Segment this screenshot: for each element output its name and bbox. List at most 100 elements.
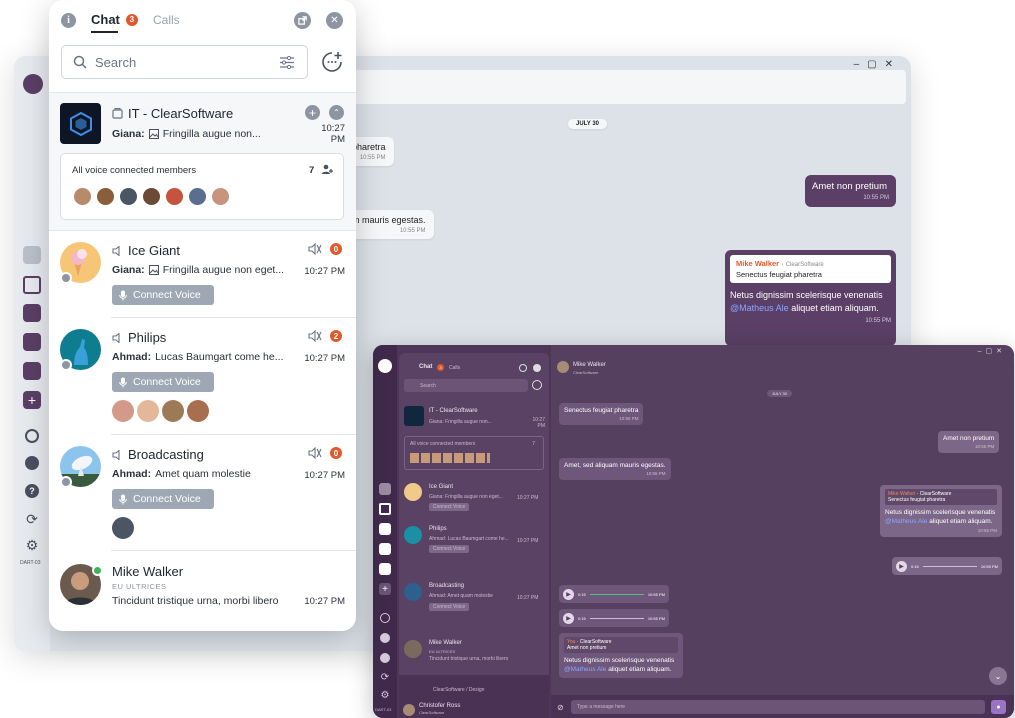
- unread-badge: 0: [330, 447, 342, 459]
- bottom-status-area: ClearSoftware / Design Christofer Ross C…: [399, 675, 549, 718]
- add-workspace-icon[interactable]: +: [379, 583, 391, 595]
- chat-name: Broadcasting: [128, 447, 204, 462]
- filter-icon[interactable]: [280, 56, 294, 69]
- message-text: pharetra: [352, 142, 386, 152]
- quoted-message[interactable]: You · ClearSoftware Amet non pretium: [564, 637, 678, 653]
- quote-author: Mike Walker: [736, 259, 780, 268]
- message-bubble: m mauris egestas. 10:55 PM: [344, 210, 434, 239]
- info-icon[interactable]: i: [61, 13, 76, 28]
- popout-icon[interactable]: [294, 12, 311, 29]
- settings-gear-icon[interactable]: ⚙: [379, 689, 391, 701]
- quoted-message[interactable]: Mike Walker · ClearSoftware Senectus feu…: [730, 255, 891, 283]
- workspace-icon[interactable]: [23, 333, 41, 351]
- muted-icon[interactable]: [308, 243, 322, 255]
- close-icon[interactable]: ✕: [326, 12, 343, 29]
- tab-chat[interactable]: Chat 3: [91, 12, 138, 27]
- search-input[interactable]: Search: [61, 45, 308, 79]
- connect-voice-button[interactable]: Connect Voice: [429, 545, 470, 553]
- connect-voice-button[interactable]: Connect Voice: [112, 285, 214, 305]
- workspace-icon[interactable]: [23, 362, 41, 380]
- window-controls[interactable]: –▢✕: [854, 59, 901, 70]
- mention-link[interactable]: @Matheus Ale: [564, 666, 606, 673]
- settings-gear-icon[interactable]: ⚙: [24, 537, 40, 553]
- chat-preview: Ahmad: Lucas Baumgart come he...: [112, 351, 284, 363]
- muted-icon[interactable]: [308, 447, 322, 459]
- mention-link[interactable]: @Matheus Ale: [885, 518, 927, 525]
- close-icon[interactable]: [533, 364, 541, 372]
- voice-message[interactable]: ▶ 0:15 10:55 PM: [559, 585, 669, 603]
- message-input[interactable]: Type a message here: [571, 700, 985, 714]
- mention-link[interactable]: @Matheus Ale: [730, 303, 789, 313]
- help-icon[interactable]: [380, 653, 390, 663]
- audio-progress[interactable]: [922, 565, 977, 567]
- workspace-icon[interactable]: [379, 523, 391, 535]
- workspace-icon[interactable]: [379, 503, 391, 515]
- play-icon[interactable]: ▶: [563, 612, 574, 624]
- workspace-icon[interactable]: [379, 543, 391, 555]
- voice-message[interactable]: ▶ 0:15 10:55 PM: [559, 609, 669, 627]
- chat-list-item[interactable]: Philips Ahmad: Lucas Baumgart come he...…: [49, 318, 356, 434]
- tab-calls[interactable]: Calls: [449, 365, 460, 371]
- connect-voice-button[interactable]: Connect Voice: [112, 372, 214, 392]
- new-chat-icon[interactable]: [532, 380, 542, 390]
- chat-list-item[interactable]: Broadcasting Ahmad: Amet quam molestie 0…: [49, 435, 356, 550]
- pinned-group-chat[interactable]: IT - ClearSoftware Giana: Fringilla augu…: [49, 93, 356, 230]
- record-icon[interactable]: [380, 633, 390, 643]
- search-input[interactable]: Search: [404, 379, 528, 392]
- muted-icon[interactable]: [308, 330, 322, 342]
- chat-list-item[interactable]: Ice Giant Giana: Fringilla augue non ege…: [49, 231, 356, 317]
- add-workspace-icon[interactable]: +: [23, 391, 41, 409]
- window-controls[interactable]: –▢✕: [978, 347, 1006, 355]
- sync-icon[interactable]: ⟳: [24, 511, 40, 527]
- tab-chat-label: Chat: [91, 12, 120, 27]
- play-icon[interactable]: ▶: [896, 560, 907, 572]
- quoted-message[interactable]: Mike Walker · ClearSoftware Senectus feug…: [885, 489, 997, 505]
- help-icon[interactable]: ?: [25, 484, 39, 498]
- workspace-avatar[interactable]: [379, 483, 391, 495]
- sync-icon[interactable]: ⟳: [379, 671, 391, 683]
- microphone-icon[interactable]: ●: [991, 700, 1006, 714]
- popout-icon[interactable]: [519, 364, 527, 372]
- voice-channel-icon: [112, 332, 123, 343]
- connect-voice-button[interactable]: Connect Voice: [429, 503, 470, 511]
- chat-list-item[interactable]: Mike Walker EU ULTRICES Tincidunt tristi…: [49, 551, 356, 631]
- reply-message-bubble: Mike Walker · ClearSoftware Senectus feug…: [880, 485, 1002, 537]
- add-member-icon[interactable]: +: [305, 105, 320, 120]
- workspace-icon[interactable]: [23, 304, 41, 322]
- broadcast-icon[interactable]: [25, 429, 39, 443]
- dark-chat-list: Chat 3 Calls Search IT - ClearSoftware G…: [399, 353, 549, 718]
- member-avatar: [137, 400, 159, 422]
- voice-message[interactable]: ▶ 0:15 10:55 PM: [892, 557, 1002, 575]
- tab-chat[interactable]: Chat: [419, 364, 432, 370]
- quote-text: Senectus feugiat pharetra: [736, 270, 822, 279]
- scroll-down-icon[interactable]: ⌄: [989, 667, 1007, 685]
- play-icon[interactable]: ▶: [563, 588, 574, 600]
- chat-name: Mike Walker: [429, 640, 462, 646]
- chat-time: 10:27 PM: [517, 495, 539, 501]
- collapse-icon[interactable]: ⌃: [329, 105, 344, 120]
- reply-body: Netus dignissim scelerisque venenatis @M…: [730, 290, 883, 313]
- app-logo-icon: [23, 74, 43, 94]
- workspace-icon[interactable]: [23, 276, 41, 294]
- tab-calls[interactable]: Calls: [153, 13, 180, 27]
- chat-avatar: [404, 640, 422, 658]
- audio-progress[interactable]: [589, 617, 644, 619]
- chat-preview: Ahmad: Amet quam molestie: [429, 593, 493, 599]
- broadcast-icon[interactable]: [380, 613, 390, 623]
- record-icon[interactable]: [25, 456, 39, 470]
- new-chat-icon[interactable]: [321, 51, 343, 73]
- voice-members-label: All voice connected members: [72, 165, 197, 176]
- message-text: Amet non pretium: [812, 181, 887, 192]
- member-avatar: [187, 186, 208, 207]
- workspace-icon[interactable]: [379, 563, 391, 575]
- connect-voice-button[interactable]: Connect Voice: [112, 489, 214, 509]
- user-avatar: [403, 704, 415, 716]
- current-voice-channel[interactable]: ClearSoftware / Design: [433, 687, 484, 693]
- unread-badge: 0: [330, 243, 342, 255]
- connect-voice-button[interactable]: Connect Voice: [429, 603, 470, 611]
- audio-progress[interactable]: [589, 593, 644, 595]
- workspace-avatar[interactable]: [23, 246, 41, 264]
- attach-icon[interactable]: ⊘: [557, 703, 564, 712]
- chat-time: 10:27 PM: [321, 123, 345, 145]
- active-tab-indicator: [91, 31, 118, 33]
